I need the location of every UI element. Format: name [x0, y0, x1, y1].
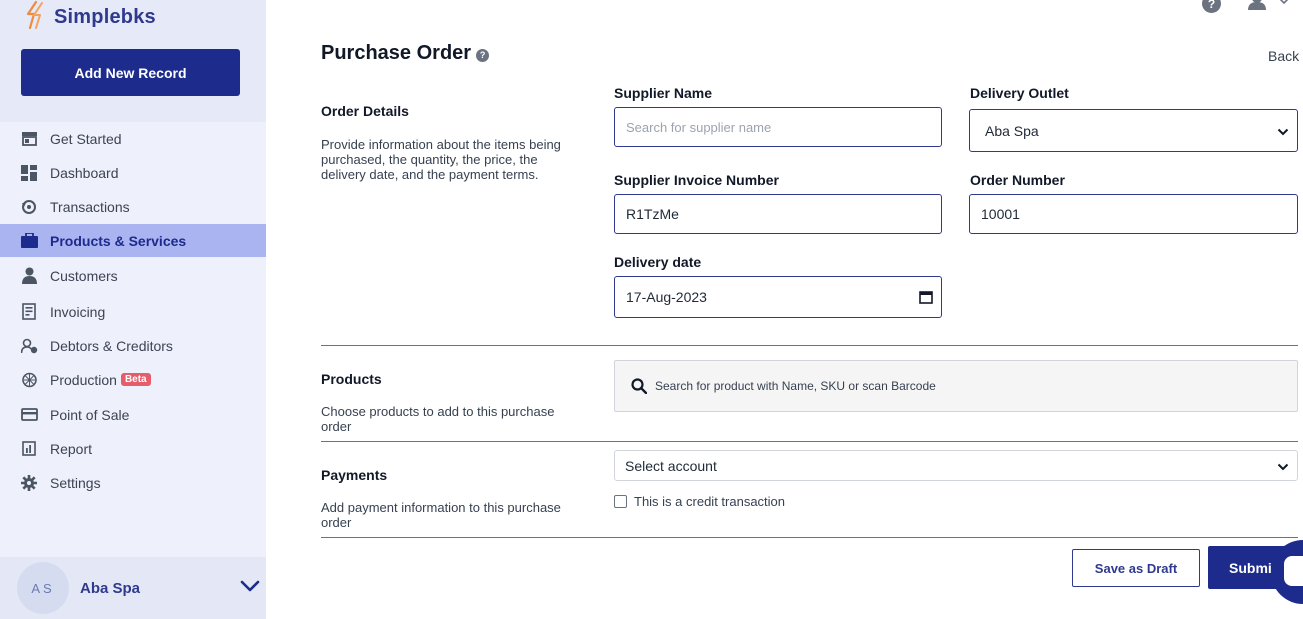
search-icon [631, 378, 647, 394]
delivery-date-input[interactable]: 17-Aug-2023 [614, 276, 942, 318]
sidebar-item-label: Report [50, 440, 93, 457]
account-select-value: Select account [625, 457, 717, 474]
section-divider [321, 441, 1298, 442]
store-icon [20, 130, 38, 148]
person-icon [20, 267, 38, 285]
logo-icon [22, 0, 48, 35]
sidebar-item-get-started[interactable]: Get Started [0, 122, 266, 155]
user-icon [1248, 0, 1289, 10]
credit-transaction-checkbox[interactable] [614, 495, 627, 508]
sidebar-item-invoicing[interactable]: Invoicing [0, 295, 266, 328]
payments-description: Add payment information to this purchase… [321, 500, 561, 530]
sidebar-item-debtors-creditors[interactable]: Debtors & Creditors [0, 329, 266, 362]
sidebar-item-label: Debtors & Creditors [50, 337, 173, 354]
section-divider [321, 345, 1298, 346]
product-search-placeholder: Search for product with Name, SKU or sca… [655, 379, 936, 393]
supplier-name-label: Supplier Name [614, 85, 713, 101]
dashboard-grid-icon [20, 164, 38, 182]
briefcase-icon [20, 232, 38, 250]
user-menu[interactable] [1248, 0, 1290, 17]
sidebar: Simplebks Add New Record Get Started Das… [0, 0, 266, 619]
debtors-icon [20, 337, 38, 355]
account-switcher[interactable]: AS Aba Spa [0, 557, 266, 619]
invoice-number-input[interactable]: R1TzMe [614, 194, 942, 234]
credit-transaction-label: This is a credit transaction [634, 494, 786, 509]
sidebar-item-dashboard[interactable]: Dashboard [0, 156, 266, 189]
sidebar-item-label: Get Started [50, 130, 122, 147]
page-title: Purchase Order ? [321, 42, 490, 65]
sidebar-item-label: Production [50, 371, 117, 388]
add-new-record-button[interactable]: Add New Record [21, 49, 240, 96]
sidebar-item-products-services[interactable]: Products & Services [0, 224, 266, 257]
account-select[interactable]: Select account [614, 450, 1298, 481]
app-logo[interactable]: Simplebks [22, 0, 156, 35]
page-title-text: Purchase Order [321, 42, 472, 64]
credit-transaction-option: This is a credit transaction [614, 494, 785, 509]
delivery-outlet-value: Aba Spa [985, 122, 1039, 139]
chevron-down-icon [1277, 123, 1289, 139]
chevron-down-icon[interactable] [240, 579, 260, 598]
beta-badge: Beta [120, 373, 151, 386]
sidebar-item-label: Point of Sale [50, 406, 130, 423]
card-icon [20, 406, 38, 424]
sidebar-item-label: Settings [50, 474, 101, 491]
delivery-outlet-label: Delivery Outlet [970, 85, 1069, 101]
help-icon[interactable]: ? [1202, 0, 1221, 13]
sidebar-item-label: Invoicing [50, 303, 106, 320]
sidebar-header: Simplebks Add New Record [0, 0, 266, 122]
chat-icon [1284, 556, 1303, 586]
help-icon[interactable]: ? [476, 48, 490, 62]
sidebar-item-label: Transactions [50, 198, 130, 215]
production-icon [20, 371, 38, 389]
products-description: Choose products to add to this purchase … [321, 404, 555, 434]
supplier-name-input[interactable]: Search for supplier name [614, 107, 942, 147]
product-search-input[interactable]: Search for product with Name, SKU or sca… [614, 360, 1298, 412]
sidebar-item-production[interactable]: Production Beta [0, 363, 266, 396]
section-divider [321, 537, 1298, 538]
sidebar-item-customers[interactable]: Customers [0, 259, 266, 292]
sidebar-item-point-of-sale[interactable]: Point of Sale [0, 398, 266, 431]
calendar-icon[interactable] [919, 290, 933, 304]
delivery-date-label: Delivery date [614, 254, 702, 270]
receipt-icon [20, 303, 38, 321]
delivery-outlet-select[interactable]: Aba Spa [969, 109, 1298, 152]
order-number-input[interactable]: 10001 [969, 194, 1298, 234]
order-details-title: Order Details [321, 103, 409, 119]
report-icon [20, 440, 38, 458]
sidebar-item-settings[interactable]: Settings [0, 466, 266, 499]
products-title: Products [321, 371, 382, 387]
gear-icon [20, 474, 38, 492]
account-name: Aba Spa [80, 579, 141, 597]
sidebar-item-label: Dashboard [50, 164, 119, 181]
sidebar-item-report[interactable]: Report [0, 432, 266, 465]
chevron-down-icon [1277, 458, 1289, 474]
order-number-label: Order Number [970, 172, 1065, 188]
save-as-draft-button[interactable]: Save as Draft [1072, 549, 1200, 587]
sidebar-item-transactions[interactable]: Transactions [0, 190, 266, 223]
payments-title: Payments [321, 467, 388, 483]
delivery-date-value: 17-Aug-2023 [626, 289, 707, 305]
invoice-number-label: Supplier Invoice Number [614, 172, 779, 188]
sidebar-item-label: Customers [50, 267, 118, 284]
back-link[interactable]: Back [1268, 48, 1299, 64]
sidebar-item-label: Products & Services [50, 232, 187, 249]
order-details-description: Provide information about the items bein… [321, 137, 561, 182]
exchange-icon [20, 198, 38, 216]
logo-text: Simplebks [54, 5, 156, 28]
avatar: AS [17, 562, 69, 614]
